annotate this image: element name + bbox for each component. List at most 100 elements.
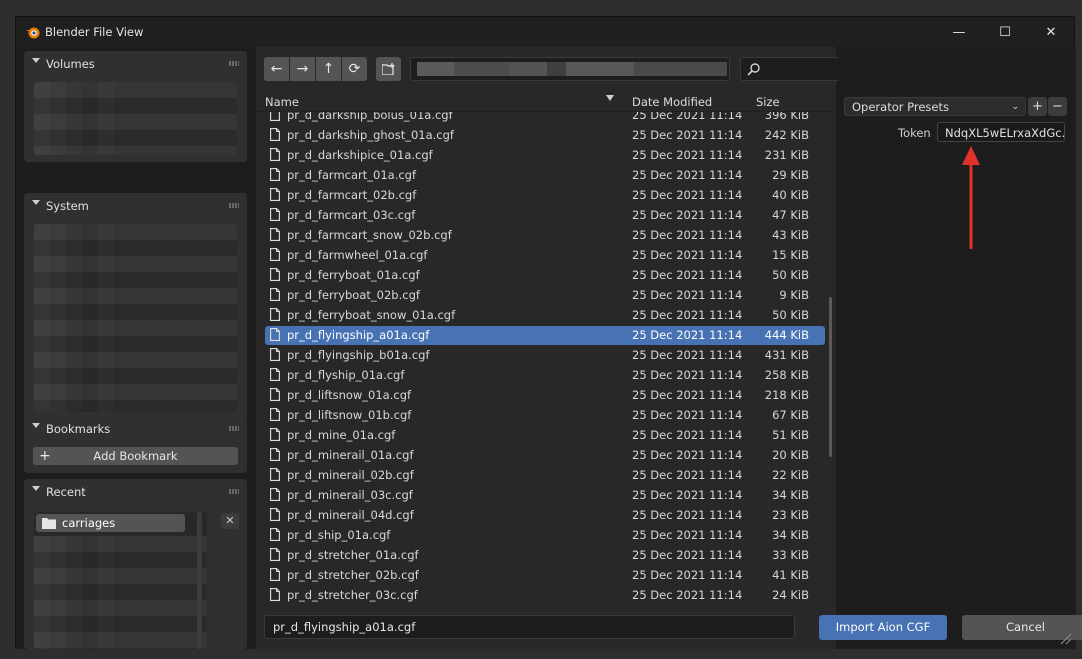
file-row[interactable]: pr_d_flyship_01a.cgf 25 Dec 2021 11:14 258… <box>265 366 825 385</box>
file-date: 25 Dec 2021 11:14 <box>632 128 743 142</box>
red-arrow-annotation <box>962 146 980 249</box>
file-row[interactable]: pr_d_liftsnow_01a.cgf 25 Dec 2021 11:14 21… <box>265 386 825 405</box>
file-icon <box>270 448 280 461</box>
bookmarks-header[interactable]: Bookmarks <box>24 416 247 442</box>
file-size: 218 KiB <box>764 388 809 402</box>
file-icon <box>270 508 280 521</box>
drag-handle-icon[interactable] <box>229 426 239 431</box>
file-row[interactable]: pr_d_darkshipice_01a.cgf 25 Dec 2021 11:1… <box>265 146 825 165</box>
resize-grip-icon[interactable] <box>1058 631 1072 645</box>
file-size: 23 KiB <box>772 508 809 522</box>
file-size: 396 KiB <box>764 112 809 122</box>
file-row[interactable]: pr_d_stretcher_02b.cgf 25 Dec 2021 11:14 4… <box>265 566 825 585</box>
file-row[interactable]: pr_d_farmwheel_01a.cgf 25 Dec 2021 11:14 1… <box>265 246 825 265</box>
minimize-button[interactable]: — <box>936 17 982 47</box>
file-row[interactable]: pr_d_farmcart_02b.cgf 25 Dec 2021 11:14 40… <box>265 186 825 205</box>
file-name: pr_d_farmcart_01a.cgf <box>287 168 417 182</box>
file-row[interactable]: pr_d_minerail_03c.cgf 25 Dec 2021 11:14 34… <box>265 486 825 505</box>
clear-recent-button[interactable]: ✕ <box>221 513 239 529</box>
file-row[interactable]: pr_d_liftsnow_01b.cgf 25 Dec 2021 11:14 67… <box>265 406 825 425</box>
file-name: pr_d_stretcher_01a.cgf <box>287 548 419 562</box>
recent-item-carriages[interactable]: carriages <box>36 514 185 532</box>
blender-logo-icon <box>26 27 40 39</box>
recent-header[interactable]: Recent <box>24 479 247 505</box>
volumes-panel: Volumes <box>24 51 247 162</box>
refresh-button[interactable]: ⟳ <box>342 57 367 81</box>
token-field[interactable]: NdqXL5wELrxaXdGc... <box>937 122 1065 142</box>
file-row[interactable]: pr_d_ferryboat_snow_01a.cgf 25 Dec 2021 1… <box>265 306 825 325</box>
parent-directory-button[interactable]: ↑ <box>316 57 341 81</box>
operator-presets-dropdown[interactable]: Operator Presets ⌄ <box>844 97 1026 116</box>
refresh-icon: ⟳ <box>348 61 361 77</box>
add-bookmark-button[interactable]: + Add Bookmark <box>33 447 238 465</box>
file-date: 25 Dec 2021 11:14 <box>632 112 743 122</box>
file-row[interactable]: pr_d_minerail_04d.cgf 25 Dec 2021 11:14 23… <box>265 506 825 525</box>
bottom-bar: pr_d_flyingship_a01a.cgf <box>256 607 836 649</box>
file-row[interactable]: pr_d_farmcart_01a.cgf 25 Dec 2021 11:14 29… <box>265 166 825 185</box>
file-name: pr_d_stretcher_03c.cgf <box>287 588 418 602</box>
add-preset-button[interactable]: + <box>1028 97 1047 116</box>
file-date: 25 Dec 2021 11:14 <box>632 308 743 322</box>
import-button[interactable]: Import Aion CGF <box>819 615 947 640</box>
drag-handle-icon[interactable] <box>229 489 239 494</box>
file-size: 67 KiB <box>772 408 809 422</box>
file-row[interactable]: pr_d_minerail_01a.cgf 25 Dec 2021 11:14 20… <box>265 446 825 465</box>
column-size[interactable]: Size <box>756 95 780 109</box>
file-row[interactable]: pr_d_ship_01a.cgf 25 Dec 2021 11:14 34 KiB <box>265 526 825 545</box>
filename-input[interactable]: pr_d_flyingship_a01a.cgf <box>264 615 795 639</box>
file-size: 43 KiB <box>772 228 809 242</box>
file-name: pr_d_mine_01a.cgf <box>287 428 396 442</box>
new-folder-button[interactable] <box>376 57 401 81</box>
column-date[interactable]: Date Modified <box>632 95 712 109</box>
remove-preset-button[interactable]: − <box>1048 97 1067 116</box>
file-size: 22 KiB <box>772 468 809 482</box>
volumes-header[interactable]: Volumes <box>24 51 247 77</box>
file-row[interactable]: pr_d_mine_01a.cgf 25 Dec 2021 11:14 51 KiB <box>265 426 825 445</box>
file-icon <box>270 568 280 581</box>
close-button[interactable]: ✕ <box>1028 17 1074 47</box>
file-date: 25 Dec 2021 11:14 <box>632 188 743 202</box>
file-row[interactable]: pr_d_ferryboat_02b.cgf 25 Dec 2021 11:14 9… <box>265 286 825 305</box>
file-row[interactable]: pr_d_farmcart_03c.cgf 25 Dec 2021 11:14 47… <box>265 206 825 225</box>
recent-scrollbar[interactable] <box>197 512 202 649</box>
file-row[interactable]: pr_d_flyingship_b01a.cgf 25 Dec 2021 11:1… <box>265 346 825 365</box>
file-row[interactable]: pr_d_flyingship_a01a.cgf 25 Dec 2021 11:1… <box>265 326 825 345</box>
file-row[interactable]: pr_d_darkship_ghost_01a.cgf 25 Dec 2021 1… <box>265 126 825 145</box>
system-header[interactable]: System <box>24 193 247 219</box>
file-name: pr_d_minerail_03c.cgf <box>287 488 413 502</box>
file-row[interactable]: pr_d_stretcher_03c.cgf 25 Dec 2021 11:14 2… <box>265 586 825 602</box>
file-date: 25 Dec 2021 11:14 <box>632 448 743 462</box>
file-date: 25 Dec 2021 11:14 <box>632 468 743 482</box>
file-size: 29 KiB <box>772 168 809 182</box>
file-row[interactable]: pr_d_ferryboat_01a.cgf 25 Dec 2021 11:14 5… <box>265 266 825 285</box>
file-icon <box>270 208 280 221</box>
file-name: pr_d_farmcart_03c.cgf <box>287 208 416 222</box>
file-size: 41 KiB <box>772 568 809 582</box>
file-row[interactable]: pr_d_farmcart_snow_02b.cgf 25 Dec 2021 11… <box>265 226 825 245</box>
volumes-list[interactable] <box>34 82 237 155</box>
file-list-scrollbar[interactable] <box>829 297 832 457</box>
file-name: pr_d_farmcart_02b.cgf <box>287 188 417 202</box>
bookmarks-panel: Bookmarks + Add Bookmark <box>24 416 247 473</box>
forward-button[interactable]: → <box>290 57 315 81</box>
file-row[interactable]: pr_d_darkship_bolus_01a.cgf 25 Dec 2021 1… <box>265 112 825 125</box>
file-row[interactable]: pr_d_stretcher_01a.cgf 25 Dec 2021 11:14 3… <box>265 546 825 565</box>
file-date: 25 Dec 2021 11:14 <box>632 408 743 422</box>
sort-arrow-icon[interactable] <box>606 95 614 101</box>
file-size: 15 KiB <box>772 248 809 262</box>
recent-list[interactable]: carriages <box>34 512 207 649</box>
maximize-button[interactable]: ☐ <box>982 17 1028 47</box>
drag-handle-icon[interactable] <box>229 61 239 66</box>
file-row[interactable]: pr_d_minerail_02b.cgf 25 Dec 2021 11:14 22… <box>265 466 825 485</box>
file-date: 25 Dec 2021 11:14 <box>632 368 743 382</box>
column-name[interactable]: Name <box>265 95 299 109</box>
system-panel: System <box>24 193 247 419</box>
file-list[interactable]: pr_d_darkship_bolus_01a.cgf 25 Dec 2021 1… <box>256 112 836 602</box>
system-list[interactable] <box>34 224 237 412</box>
file-size: 431 KiB <box>764 348 809 362</box>
back-button[interactable]: ← <box>264 57 289 81</box>
drag-handle-icon[interactable] <box>229 203 239 208</box>
file-list-area: ← → ↑ ⟳ Name Date Modified Size pr_d_dar… <box>256 47 836 649</box>
system-label: System <box>46 199 89 213</box>
directory-path-field[interactable] <box>410 57 730 81</box>
